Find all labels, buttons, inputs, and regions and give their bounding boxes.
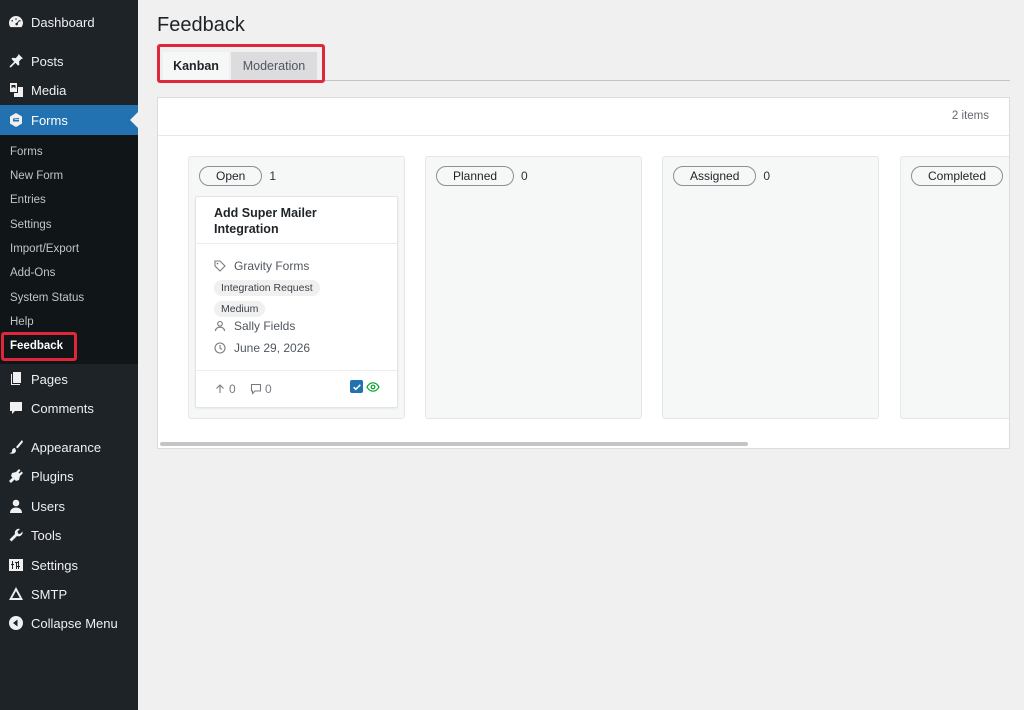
tab-moderation[interactable]: Moderation [231,52,317,80]
status-pill-completed: Completed [911,166,1004,186]
media-icon [8,82,24,98]
tag-icon [214,260,226,272]
status-pill-planned: Planned [436,166,515,186]
card-user-name: Sally Fields [234,319,296,333]
submenu-system-status[interactable]: System Status [10,290,84,306]
plugin-icon [8,468,24,484]
column-completed: Completed [900,156,1009,419]
column-planned-header: Planned 0 [436,166,528,186]
submenu-forms[interactable]: Forms [10,144,43,160]
card-tag-integration-request: Integration Request [214,280,320,296]
menu-plugins[interactable]: Plugins [0,461,138,491]
forms-submenu: Forms New Form Entries Settings Import/E… [0,135,138,364]
feedback-card[interactable]: Add Super Mailer Integration Gravity For… [195,196,398,408]
menu-users-label: Users [31,498,65,514]
card-date: June 29, 2026 [234,341,311,355]
menu-settings-label: Settings [31,557,78,573]
submenu-add-ons[interactable]: Add-Ons [10,265,55,281]
card-title[interactable]: Add Super Mailer Integration [214,205,384,237]
submenu-help[interactable]: Help [10,314,34,330]
tab-kanban[interactable]: Kanban [163,52,229,80]
admin-sidebar: Dashboard Posts Media Forms Forms New Fo… [0,0,138,710]
menu-comments[interactable]: Comments [0,393,138,423]
submenu-entries[interactable]: Entries [10,192,46,208]
menu-appearance[interactable]: Appearance [0,432,138,462]
menu-posts-label: Posts [31,53,64,69]
menu-posts[interactable]: Posts [0,46,138,76]
menu-smtp[interactable]: SMTP [0,579,138,609]
card-tag-medium: Medium [214,301,266,317]
menu-settings[interactable]: Settings [0,550,138,580]
menu-plugins-label: Plugins [31,468,74,484]
user-icon [214,320,226,332]
card-votes[interactable]: 0 [214,382,236,396]
column-assigned-count: 0 [763,169,771,183]
submenu-new-form[interactable]: New Form [10,168,63,184]
card-footer-divider [196,370,397,371]
pages-icon [8,371,24,387]
menu-dashboard[interactable]: Dashboard [0,7,138,37]
gravity-forms-icon [8,112,24,128]
pushpin-icon [8,53,24,69]
scrollbar-thumb[interactable] [160,442,748,446]
column-completed-header: Completed [911,166,1009,186]
users-icon [8,498,24,514]
arrow-up-icon [216,384,224,393]
submenu-feedback[interactable]: Feedback [10,338,63,354]
page-title: Feedback [157,14,245,36]
menu-media[interactable]: Media [0,75,138,105]
column-assigned: Assigned 0 [662,156,879,419]
card-comments[interactable]: 0 [250,382,272,396]
card-form-name: Gravity Forms [234,259,310,273]
column-planned: Planned 0 [425,156,642,419]
column-open-count: 1 [269,169,277,183]
comment-icon [250,383,262,395]
dashboard-icon [8,14,24,30]
menu-users[interactable]: Users [0,491,138,521]
menu-smtp-label: SMTP [31,586,68,602]
menu-comments-label: Comments [31,400,94,416]
collapse-menu-button[interactable]: Collapse Menu [0,608,138,638]
collapse-arrow-icon [8,615,24,631]
kanban-columns: Open 1 Add Super Mailer Integration Grav… [158,136,1009,436]
column-assigned-header: Assigned 0 [673,166,770,186]
settings-sliders-icon [8,557,24,573]
card-user-row: Sally Fields [214,319,295,333]
menu-tools-label: Tools [31,527,62,543]
smtp-triangle-icon [8,586,24,602]
items-count: 2 items [951,110,989,122]
status-pill-assigned: Assigned [673,166,757,186]
menu-pages[interactable]: Pages [0,364,138,394]
menu-media-label: Media [31,82,67,98]
column-open-header: Open 1 [199,166,276,186]
column-planned-count: 0 [521,169,528,183]
card-date-row: June 29, 2026 [214,341,310,355]
comments-icon [8,400,24,416]
eye-icon[interactable] [366,381,380,393]
card-comments-count: 0 [265,382,272,396]
menu-appearance-label: Appearance [31,439,102,455]
tabs-divider [157,80,1010,81]
submenu-settings[interactable]: Settings [10,217,52,233]
wrench-icon [8,527,24,543]
kanban-board: 2 items Open 1 Add Super Mailer Integrat… [157,97,1010,449]
checkbox-icon[interactable] [350,380,363,393]
status-pill-open: Open [199,166,263,186]
menu-tools[interactable]: Tools [0,520,138,550]
submenu-import-export[interactable]: Import/Export [10,241,79,257]
clock-icon [214,342,226,354]
collapse-menu-label: Collapse Menu [31,615,118,631]
card-votes-count: 0 [229,382,236,396]
column-open: Open 1 Add Super Mailer Integration Grav… [188,156,405,419]
paintbrush-icon [8,439,24,455]
horizontal-scrollbar[interactable] [158,441,1009,447]
menu-dashboard-label: Dashboard [31,14,95,30]
menu-forms[interactable]: Forms [0,105,138,135]
card-form-row: Gravity Forms [214,259,309,273]
menu-pages-label: Pages [31,371,68,387]
menu-forms-label: Forms [31,112,68,128]
card-divider [196,243,397,244]
